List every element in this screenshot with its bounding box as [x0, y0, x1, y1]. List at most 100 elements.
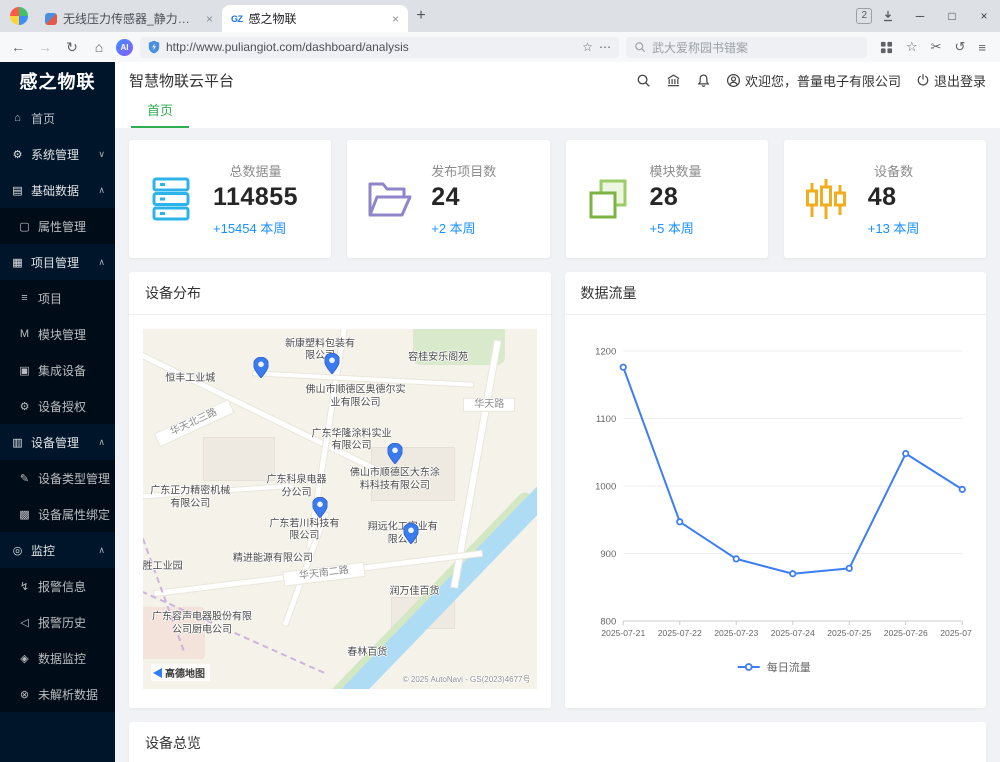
organization-icon[interactable] [666, 73, 681, 88]
map[interactable]: 新康塑料包装有限公司容桂安乐阁苑恒丰工业城华天北三路佛山市顺德区奥德尔实业有限公… [143, 329, 537, 689]
sidebar-item-system-management[interactable]: ⚙系统管理∨ [0, 136, 115, 172]
amap-logo-text: 高德地图 [165, 665, 205, 680]
tab-home[interactable]: 首页 [131, 100, 189, 128]
security-shield-icon[interactable] [148, 40, 160, 54]
sidebar-item-attribute-management[interactable]: ▢属性管理 [0, 208, 115, 244]
map-marker[interactable] [324, 353, 339, 379]
module-icon: M [17, 328, 32, 340]
browser-tab-2[interactable]: GZ 感之物联 × [222, 5, 408, 32]
favorites-star-icon[interactable]: ☆ [906, 39, 918, 55]
alarm-icon: ↯ [17, 580, 32, 593]
map-marker[interactable] [387, 443, 402, 469]
menu-icon[interactable]: ≡ [978, 40, 986, 55]
apps-grid-icon[interactable] [880, 41, 893, 54]
header-search-icon[interactable] [636, 73, 651, 88]
sidebar-item-device-attribute-binding[interactable]: ▩设备属性绑定 [0, 496, 115, 532]
ai-assistant-icon[interactable]: AI [116, 39, 133, 56]
map-poi-label: 广东容声电器股份有限公司厨电公司 [152, 612, 252, 637]
logout-label: 退出登录 [934, 71, 986, 90]
url-bar[interactable]: http://www.puliangiot.com/dashboard/anal… [140, 37, 619, 58]
history-undo-icon[interactable]: ↺ [955, 39, 966, 55]
sidebar-item-label: 报警信息 [38, 578, 86, 595]
more-icon[interactable]: ⋯ [599, 40, 611, 54]
sidebar-item-device-management[interactable]: ▥设备管理∧ [0, 424, 115, 460]
sidebar-item-device-authorization[interactable]: ⚙设备授权 [0, 388, 115, 424]
forward-icon[interactable]: → [35, 39, 55, 55]
unparsed-icon: ⊗ [17, 688, 32, 701]
close-button[interactable]: × [968, 0, 1000, 32]
tab-title: 感之物联 [249, 10, 386, 27]
device-icon: ▣ [17, 364, 32, 377]
sidebar-item-unparsed-data[interactable]: ⊗未解析数据 [0, 676, 115, 712]
map-poi-label: 广东科泉电器分公司 [263, 475, 329, 500]
url-text[interactable]: http://www.puliangiot.com/dashboard/anal… [166, 40, 576, 54]
sidebar-item-alarm-history[interactable]: ◁报警历史 [0, 604, 115, 640]
sidebar-item-monitoring[interactable]: ◎监控∧ [0, 532, 115, 568]
sidebar-item-device-type-management[interactable]: ✎设备类型管理 [0, 460, 115, 496]
line-chart: 8009001000110012002025-07-212025-07-2220… [579, 329, 973, 689]
sidebar-item-label: 首页 [31, 110, 55, 127]
bookmark-star-icon[interactable]: ☆ [582, 40, 593, 54]
map-poi-label: 润万佳百货 [375, 586, 455, 599]
svg-text:每日流量: 每日流量 [766, 660, 810, 674]
stat-label: 设备数 [874, 161, 913, 180]
sidebar-item-basic-data[interactable]: ▤基础数据∧ [0, 172, 115, 208]
device-distribution-panel: 设备分布 [129, 272, 551, 708]
chart-legend-item[interactable]: 每日流量 [737, 660, 810, 674]
user-icon [726, 73, 741, 88]
search-suggestion-text: 武大爱称园书错案 [652, 39, 748, 56]
stat-value: 48 [868, 183, 897, 212]
home-icon[interactable]: ⌂ [89, 39, 109, 55]
refresh-icon[interactable]: ↻ [62, 39, 82, 56]
browser-tab-1[interactable]: 无线压力传感器_静力水准仪 × [36, 5, 222, 32]
minimize-button[interactable]: ─ [904, 0, 936, 32]
sidebar-item-label: 项目管理 [31, 254, 79, 271]
sidebar-item-projects[interactable]: ≡项目 [0, 280, 115, 316]
svg-text:2025-07-21: 2025-07-21 [601, 628, 645, 638]
scissors-icon[interactable]: ✂ [931, 39, 942, 55]
stat-value: 24 [431, 183, 460, 212]
sidebar-item-module-management[interactable]: M模块管理 [0, 316, 115, 352]
page-tabrow: 首页 [115, 98, 1000, 129]
amap-logo-icon [153, 668, 162, 678]
map-marker[interactable] [254, 357, 269, 383]
folder-open-icon [365, 175, 413, 223]
stat-delta: +15454 本周 [213, 218, 286, 237]
map-poi-label: 佛山市顺德区奥德尔实业有限公司 [305, 385, 405, 410]
map-poi-label: 广东华隆涂料实业有限公司 [309, 428, 395, 453]
map-poi-label: 广东若川科技有限公司 [269, 518, 339, 543]
svg-text:2025-07-27: 2025-07-27 [940, 628, 972, 638]
tab-close-icon[interactable]: × [392, 12, 399, 26]
map-marker[interactable] [313, 497, 328, 523]
home-icon: ⌂ [10, 112, 25, 124]
amap-logo[interactable]: 高德地图 [151, 664, 210, 681]
monitor-icon: ◎ [10, 544, 25, 557]
search-input[interactable]: 武大爱称园书错案 [626, 37, 867, 58]
sidebar-item-project-management[interactable]: ▦项目管理∧ [0, 244, 115, 280]
sidebar-item-label: 设备授权 [38, 398, 86, 415]
logout-button[interactable]: 退出登录 [916, 71, 986, 90]
chevron-icon: ∧ [98, 545, 105, 556]
stat-label: 模块数量 [650, 161, 702, 180]
chevron-icon: ∧ [98, 257, 105, 268]
sidebar-item-integrated-devices[interactable]: ▣ 集成设备 [0, 352, 115, 388]
new-tab-button[interactable]: + [408, 7, 434, 25]
maximize-button[interactable]: □ [936, 0, 968, 32]
extension-badge[interactable]: 2 [856, 8, 872, 24]
download-icon[interactable] [882, 10, 894, 22]
back-icon[interactable]: ← [8, 39, 28, 55]
sidebar-item-label: 报警历史 [38, 614, 86, 631]
sidebar-item-alarm-info[interactable]: ↯ 报警信息 [0, 568, 115, 604]
browser-navbar: ← → ↻ ⌂ AI http://www.puliangiot.com/das… [0, 32, 1000, 63]
sidebar-item-label: 集成设备 [38, 362, 86, 379]
bell-icon[interactable] [696, 73, 711, 88]
browser-logo-icon[interactable] [10, 7, 28, 25]
map-marker[interactable] [403, 523, 418, 549]
logout-icon [916, 73, 930, 87]
modules-icon [584, 175, 632, 223]
map-poi-label: 胜工业园 [143, 560, 193, 573]
sidebar-item-home[interactable]: ⌂ 首页 [0, 100, 115, 136]
sidebar-item-data-monitoring[interactable]: ◈数据监控 [0, 640, 115, 676]
tab-close-icon[interactable]: × [206, 12, 213, 26]
app-logo[interactable]: 感之物联 [0, 62, 115, 100]
